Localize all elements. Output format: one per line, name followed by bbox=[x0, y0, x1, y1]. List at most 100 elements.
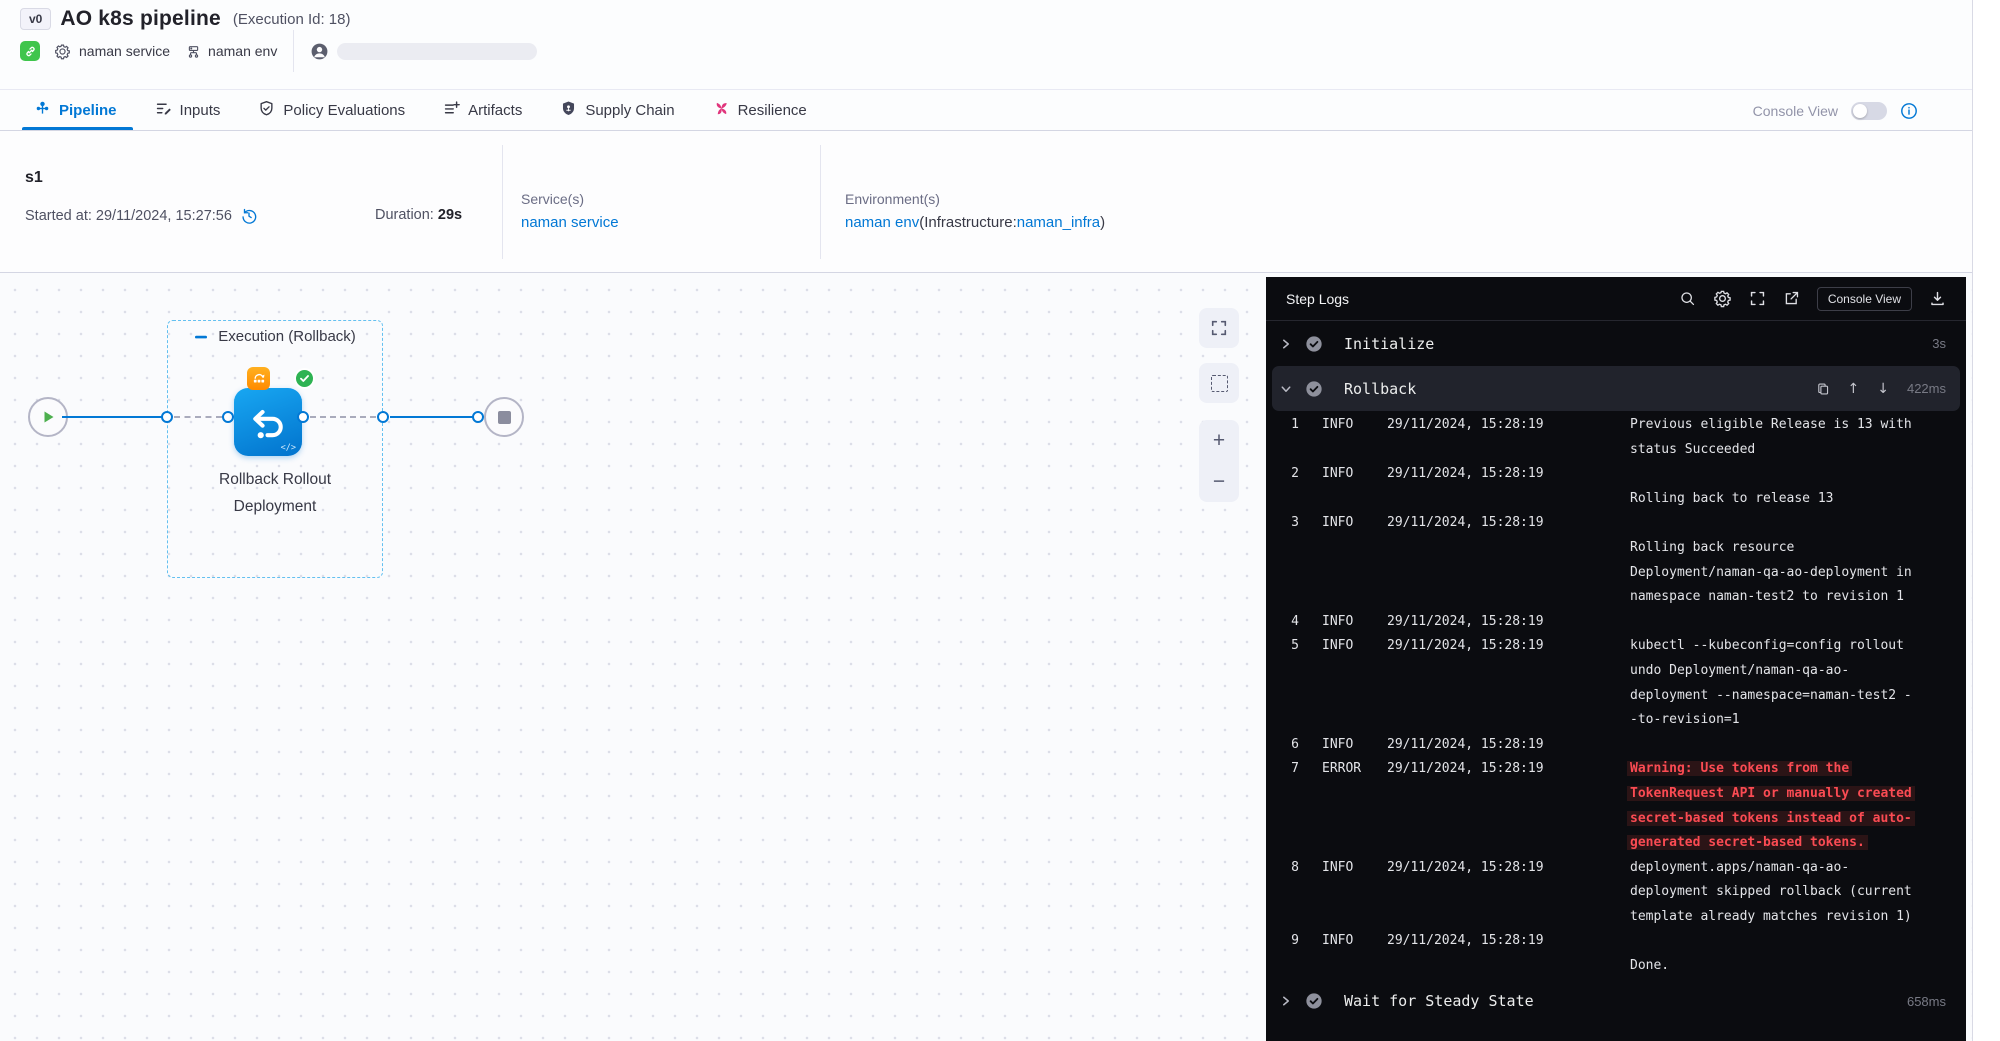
log-section-rollback[interactable]: Rollback ↑ ↓ 422ms bbox=[1272, 366, 1960, 411]
log-message bbox=[1630, 610, 1966, 635]
connector-port bbox=[222, 411, 234, 423]
log-line-number: 4 bbox=[1266, 610, 1299, 635]
page-right-border bbox=[1972, 0, 1973, 1041]
connector-port bbox=[161, 411, 173, 423]
status-success-icon bbox=[1305, 380, 1323, 398]
inputs-icon bbox=[155, 100, 172, 121]
tab-pipeline[interactable]: Pipeline bbox=[34, 90, 117, 130]
open-in-new-icon[interactable] bbox=[1783, 290, 1800, 307]
log-level: INFO bbox=[1322, 610, 1387, 635]
rollback-step-node[interactable]: </> bbox=[234, 388, 302, 456]
log-timestamp: 29/11/2024, 15:28:19 bbox=[1387, 413, 1630, 438]
download-icon[interactable] bbox=[1929, 290, 1946, 307]
expand-icon[interactable] bbox=[1749, 290, 1766, 307]
log-level: INFO bbox=[1322, 462, 1387, 487]
log-line-number: 3 bbox=[1266, 511, 1299, 536]
select-region-icon bbox=[1211, 375, 1228, 392]
connector-port bbox=[472, 411, 484, 423]
log-section-initialize[interactable]: Initialize 3s bbox=[1266, 321, 1966, 366]
user-icon bbox=[310, 42, 329, 61]
log-level: ERROR bbox=[1322, 757, 1387, 782]
started-at: Started at: 29/11/2024, 15:27:56 bbox=[25, 207, 258, 225]
rollback-arrow-icon bbox=[248, 402, 288, 442]
log-entry: 9INFO29/11/2024, 15:28:19 Done. bbox=[1266, 929, 1966, 978]
tab-inputs[interactable]: Inputs bbox=[155, 90, 221, 130]
stage-divider-2 bbox=[820, 145, 821, 259]
execution-group-label: Execution (Rollback) bbox=[167, 328, 383, 345]
console-view-label: Console View bbox=[1753, 103, 1838, 119]
log-message: Warning: Use tokens from theTokenRequest… bbox=[1630, 757, 1966, 855]
copy-icon[interactable] bbox=[1816, 382, 1830, 396]
step-logs-title: Step Logs bbox=[1286, 291, 1349, 307]
fit-view-button[interactable] bbox=[1199, 308, 1239, 348]
supply-chain-shield-icon bbox=[560, 100, 577, 121]
log-message: Rolling back resourceDeployment/naman-qa… bbox=[1630, 511, 1966, 609]
log-line-number: 9 bbox=[1266, 929, 1299, 954]
link-icon bbox=[20, 41, 40, 61]
log-message: Rolling back to release 13 bbox=[1630, 462, 1966, 511]
connector-port bbox=[377, 411, 389, 423]
log-entry: 5INFO29/11/2024, 15:28:19 kubectl --kube… bbox=[1266, 634, 1966, 732]
stop-icon bbox=[498, 411, 511, 424]
scroll-down-icon[interactable]: ↓ bbox=[1877, 381, 1889, 397]
console-view-toggle[interactable] bbox=[1851, 102, 1887, 120]
log-level: INFO bbox=[1322, 733, 1387, 758]
scroll-up-icon[interactable]: ↑ bbox=[1848, 381, 1860, 397]
policy-shield-icon bbox=[258, 100, 275, 121]
log-entry: 6INFO29/11/2024, 15:28:19 bbox=[1266, 733, 1966, 758]
log-message: deployment.apps/naman-qa-ao-deployment s… bbox=[1630, 856, 1966, 930]
log-entry: 3INFO29/11/2024, 15:28:19 Rolling back r… bbox=[1266, 511, 1966, 609]
log-lines[interactable]: 1INFO29/11/2024, 15:28:19 Previous eligi… bbox=[1266, 411, 1966, 979]
resilience-icon bbox=[713, 100, 730, 121]
service-link[interactable]: naman service bbox=[521, 214, 619, 231]
log-timestamp: 29/11/2024, 15:28:19 bbox=[1387, 856, 1630, 881]
log-timestamp: 29/11/2024, 15:28:19 bbox=[1387, 733, 1630, 758]
tab-resilience[interactable]: Resilience bbox=[713, 90, 807, 130]
step-logs-panel: Step Logs Console View bbox=[1266, 277, 1966, 1041]
section-duration: 3s bbox=[1932, 336, 1946, 351]
zoom-in-button[interactable]: + bbox=[1199, 431, 1239, 451]
log-line-number: 1 bbox=[1266, 413, 1299, 438]
artifacts-icon bbox=[443, 100, 460, 121]
stage-divider bbox=[502, 145, 503, 259]
connector-dashed bbox=[310, 416, 376, 418]
select-region-button[interactable] bbox=[1199, 363, 1239, 403]
environment-icon bbox=[186, 44, 201, 59]
step-label: Rollback Rollout Deployment bbox=[147, 466, 403, 520]
log-message: kubectl --kubeconfig=config rolloutundo … bbox=[1630, 634, 1966, 732]
connector-dashed bbox=[174, 416, 222, 418]
collapse-icon[interactable] bbox=[194, 330, 208, 344]
pipeline-title: AO k8s pipeline bbox=[60, 7, 221, 31]
page-header: v0 AO k8s pipeline (Execution Id: 18) na… bbox=[0, 0, 1972, 90]
log-entry: 1INFO29/11/2024, 15:28:19 Previous eligi… bbox=[1266, 413, 1966, 462]
log-message: Done. bbox=[1630, 929, 1966, 978]
pipeline-icon bbox=[34, 100, 51, 121]
env-name[interactable]: naman env bbox=[208, 43, 277, 59]
stage-info-bar: s1 Started at: 29/11/2024, 15:27:56 Dura… bbox=[0, 131, 1972, 273]
stage-duration: Duration: 29s bbox=[375, 207, 462, 223]
connector-line bbox=[390, 416, 474, 418]
log-line-number: 2 bbox=[1266, 462, 1299, 487]
history-icon[interactable] bbox=[240, 207, 258, 225]
log-entry: 4INFO29/11/2024, 15:28:19 bbox=[1266, 610, 1966, 635]
console-view-button[interactable]: Console View bbox=[1817, 287, 1912, 311]
search-icon[interactable] bbox=[1679, 290, 1696, 307]
status-success-icon bbox=[1305, 335, 1323, 353]
chevron-right-icon bbox=[1280, 338, 1292, 350]
log-timestamp: 29/11/2024, 15:28:19 bbox=[1387, 462, 1630, 487]
log-settings-gear-icon[interactable] bbox=[1713, 289, 1732, 308]
log-level: INFO bbox=[1322, 413, 1387, 438]
gear-icon[interactable] bbox=[54, 43, 71, 60]
info-icon[interactable] bbox=[1900, 102, 1918, 120]
log-line-number: 7 bbox=[1266, 757, 1299, 782]
header-divider bbox=[293, 30, 294, 72]
log-section-wait-for-steady-state[interactable]: Wait for Steady State 658ms bbox=[1266, 979, 1966, 1024]
code-badge: </> bbox=[281, 443, 296, 453]
tab-supply-chain[interactable]: Supply Chain bbox=[560, 90, 674, 130]
environment-link[interactable]: naman env(Infrastructure:naman_infra) bbox=[845, 214, 1105, 231]
connector-port bbox=[297, 411, 309, 423]
tab-artifacts[interactable]: Artifacts bbox=[443, 90, 522, 130]
service-name[interactable]: naman service bbox=[79, 43, 170, 59]
tab-policy-evaluations[interactable]: Policy Evaluations bbox=[258, 90, 405, 130]
zoom-out-button[interactable]: − bbox=[1199, 472, 1239, 492]
